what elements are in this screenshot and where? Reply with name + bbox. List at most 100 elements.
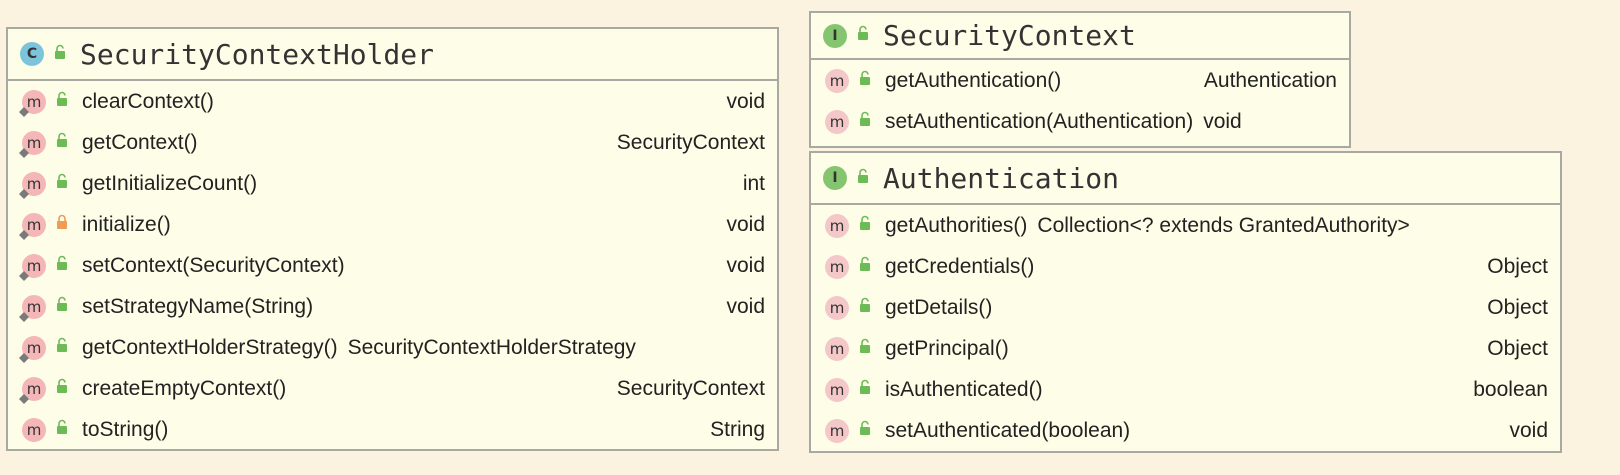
method-icon: m	[19, 253, 46, 281]
method-name: getAuthorities()	[885, 213, 1028, 237]
abstract-method-icon: m	[825, 418, 849, 443]
method-row[interactable]: m getContext() SecurityContext	[8, 122, 777, 163]
abstract-method-icon: m	[825, 254, 849, 279]
interface-title: SecurityContext	[883, 19, 1136, 52]
method-row[interactable]: m getInitializeCount() int	[8, 163, 777, 204]
public-lock-icon	[857, 168, 869, 189]
method-icon: m	[19, 171, 46, 199]
method-name: setAuthentication(Authentication)	[885, 109, 1194, 133]
public-lock-icon	[859, 70, 871, 91]
public-lock-icon	[54, 44, 66, 65]
interface-box-security-context[interactable]: I SecurityContext m getAuthentication() …	[809, 11, 1351, 148]
method-row[interactable]: m getPrincipal() Object	[811, 328, 1560, 369]
method-return-type: void	[726, 212, 765, 236]
method-row[interactable]: m initialize() void	[8, 204, 777, 245]
method-return-type: int	[742, 171, 765, 195]
interface-icon: I	[823, 23, 847, 48]
method-icon: m	[19, 89, 46, 117]
method-row[interactable]: m createEmptyContext() SecurityContext	[8, 368, 777, 409]
method-return-type: SecurityContext	[616, 376, 765, 400]
method-name: getAuthentication()	[885, 68, 1062, 92]
public-lock-icon	[56, 132, 68, 153]
method-name: setContext(SecurityContext)	[82, 253, 345, 277]
method-row[interactable]: m getAuthorities() Collection<? extends …	[811, 205, 1560, 246]
method-name: initialize()	[82, 212, 171, 236]
method-row[interactable]: m setContext(SecurityContext) void	[8, 245, 777, 286]
method-name: toString()	[82, 417, 169, 441]
method-return-type: Object	[1487, 254, 1548, 278]
method-return-type: boolean	[1473, 377, 1548, 401]
public-lock-icon	[56, 91, 68, 112]
method-return-type: void	[1509, 418, 1548, 442]
static-marker-icon	[19, 393, 29, 404]
public-lock-icon	[56, 419, 68, 440]
public-lock-icon	[859, 215, 871, 236]
method-name: getContext()	[82, 130, 198, 154]
public-lock-icon	[859, 338, 871, 359]
class-box-security-context-holder[interactable]: C SecurityContextHolder m clearContext()…	[6, 27, 779, 451]
interface-title: Authentication	[883, 161, 1120, 195]
method-row[interactable]: m getContextHolderStrategy() SecurityCon…	[8, 327, 777, 368]
method-return-type: void	[726, 253, 765, 277]
method-return-type: Collection<? extends GrantedAuthority>	[1037, 213, 1410, 237]
method-name: getPrincipal()	[885, 336, 1009, 360]
method-icon: m	[19, 294, 46, 322]
method-return-type: Authentication	[1203, 68, 1337, 92]
method-name: isAuthenticated()	[885, 377, 1043, 401]
method-row[interactable]: m setAuthentication(Authentication) void	[811, 101, 1349, 142]
method-return-type: void	[726, 89, 765, 113]
static-marker-icon	[19, 229, 29, 240]
interface-header: I Authentication	[811, 153, 1560, 205]
method-return-type: SecurityContext	[616, 130, 765, 154]
public-lock-icon	[857, 25, 869, 46]
method-name: getDetails()	[885, 295, 993, 319]
static-marker-icon	[19, 352, 29, 363]
method-row[interactable]: m setAuthenticated(boolean) void	[811, 410, 1560, 451]
abstract-method-icon: m	[825, 68, 849, 93]
method-return-type: Object	[1487, 336, 1548, 360]
method-row[interactable]: m clearContext() void	[8, 81, 777, 122]
method-row[interactable]: m isAuthenticated() boolean	[811, 369, 1560, 410]
static-marker-icon	[19, 188, 29, 199]
method-return-type: void	[726, 294, 765, 318]
method-icon: m	[22, 417, 46, 442]
abstract-method-icon: m	[825, 213, 849, 238]
public-lock-icon	[56, 173, 68, 194]
abstract-method-icon: m	[825, 109, 849, 134]
method-name: getInitializeCount()	[82, 171, 258, 195]
method-name: getCredentials()	[885, 254, 1035, 278]
method-return-type: String	[710, 417, 765, 441]
public-lock-icon	[859, 420, 871, 441]
static-marker-icon	[19, 270, 29, 281]
method-icon: m	[19, 130, 46, 158]
method-row[interactable]: m getAuthentication() Authentication	[811, 60, 1349, 101]
class-title: SecurityContextHolder	[80, 37, 435, 71]
method-icon: m	[19, 212, 46, 240]
method-icon: m	[19, 376, 46, 404]
public-lock-icon	[56, 378, 68, 399]
class-icon: C	[20, 42, 44, 66]
public-lock-icon	[56, 255, 68, 276]
method-icon: m	[19, 335, 46, 363]
interface-header: I SecurityContext	[811, 13, 1349, 60]
public-lock-icon	[859, 379, 871, 400]
method-return-type: void	[1203, 109, 1242, 133]
method-row[interactable]: m setStrategyName(String) void	[8, 286, 777, 327]
method-row[interactable]: m getDetails() Object	[811, 287, 1560, 328]
method-name: clearContext()	[82, 89, 214, 113]
method-row[interactable]: m toString() String	[8, 409, 777, 450]
abstract-method-icon: m	[825, 295, 849, 320]
interface-box-authentication[interactable]: I Authentication m getAuthorities() Coll…	[809, 151, 1562, 453]
method-name: getContextHolderStrategy()	[82, 335, 338, 359]
public-lock-icon	[56, 296, 68, 317]
method-row[interactable]: m getCredentials() Object	[811, 246, 1560, 287]
abstract-method-icon: m	[825, 336, 849, 361]
method-name: setStrategyName(String)	[82, 294, 314, 318]
static-marker-icon	[19, 147, 29, 158]
static-marker-icon	[19, 311, 29, 322]
public-lock-icon	[859, 297, 871, 318]
public-lock-icon	[859, 111, 871, 132]
method-name: createEmptyContext()	[82, 376, 287, 400]
class-header: C SecurityContextHolder	[8, 29, 777, 81]
private-lock-icon	[56, 214, 68, 235]
